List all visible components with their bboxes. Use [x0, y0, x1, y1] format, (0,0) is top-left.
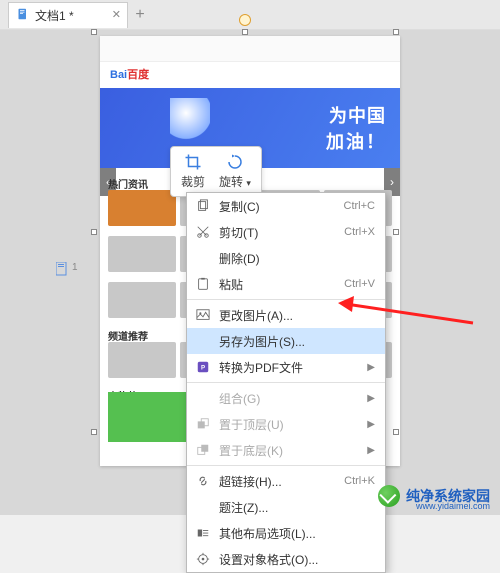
- menu-label: 其他布局选项(L)...: [219, 525, 375, 542]
- menu-label: 超链接(H)...: [219, 473, 336, 490]
- submenu-arrow-icon: ▶: [367, 362, 375, 373]
- menu-save-as-image[interactable]: 另存为图片(S)...: [187, 328, 385, 354]
- thumb: [108, 282, 176, 318]
- back-icon: [195, 442, 211, 458]
- cut-icon: [195, 224, 211, 240]
- svg-text:P: P: [201, 365, 205, 372]
- menu-delete[interactable]: 删除(D): [187, 245, 385, 271]
- menu-shortcut: Ctrl+C: [344, 200, 375, 212]
- page-number: 1: [72, 262, 78, 273]
- front-icon: [195, 416, 211, 432]
- menu-label: 设置对象格式(O)...: [219, 551, 375, 568]
- hero-text-2: 加油！: [326, 128, 386, 154]
- image-mini-toolbar: 裁剪 旋转 ▾: [170, 146, 262, 197]
- menu-separator: [187, 382, 385, 383]
- document-icon: [17, 8, 29, 23]
- new-tab-button[interactable]: +: [128, 6, 152, 24]
- menu-label: 转换为PDF文件: [219, 359, 359, 376]
- menu-shortcut: Ctrl+K: [344, 475, 375, 487]
- submenu-arrow-icon: ▶: [367, 419, 375, 430]
- copy-icon: [195, 198, 211, 214]
- menu-paste[interactable]: 粘贴 Ctrl+V: [187, 271, 385, 297]
- image-icon: [195, 307, 211, 323]
- menu-label: 剪切(T): [219, 224, 336, 241]
- athlete-graphic: [170, 98, 210, 148]
- menu-copy[interactable]: 复制(C) Ctrl+C: [187, 193, 385, 219]
- watermark-url: www.yidaimei.com: [416, 501, 490, 511]
- thumb: [108, 190, 176, 226]
- page-header-bar: [100, 36, 400, 62]
- rotate-label: 旋转 ▾: [219, 173, 251, 190]
- tab-bar: 文档1 * ✕ +: [0, 0, 500, 30]
- menu-label: 置于底层(K): [219, 442, 359, 459]
- menu-shortcut: Ctrl+X: [344, 226, 375, 238]
- close-icon[interactable]: ✕: [112, 8, 121, 21]
- menu-label: 删除(D): [219, 250, 375, 267]
- tab-title: 文档1 *: [35, 7, 74, 24]
- submenu-arrow-icon: ▶: [367, 445, 375, 456]
- menu-cut[interactable]: 剪切(T) Ctrl+X: [187, 219, 385, 245]
- document-tab[interactable]: 文档1 * ✕: [8, 2, 128, 28]
- menu-label: 置于顶层(U): [219, 416, 359, 433]
- menu-group: 组合(G) ▶: [187, 385, 385, 411]
- paste-icon: [195, 276, 211, 292]
- menu-send-back: 置于底层(K) ▶: [187, 437, 385, 463]
- menu-hyperlink[interactable]: 超链接(H)... Ctrl+K: [187, 468, 385, 494]
- watermark-logo-icon: [378, 485, 400, 507]
- menu-separator: [187, 299, 385, 300]
- section-heading: 热门资讯: [108, 176, 148, 191]
- menu-label: 另存为图片(S)...: [219, 333, 375, 350]
- menu-shortcut: Ctrl+V: [344, 278, 375, 290]
- rotate-button[interactable]: 旋转 ▾: [219, 153, 251, 190]
- menu-bring-front: 置于顶层(U) ▶: [187, 411, 385, 437]
- menu-label: 更改图片(A)...: [219, 307, 375, 324]
- site-logo: Bai百度: [110, 66, 149, 82]
- menu-convert-pdf[interactable]: P 转换为PDF文件 ▶: [187, 354, 385, 380]
- menu-format-object[interactable]: 设置对象格式(O)...: [187, 546, 385, 572]
- menu-caption[interactable]: 题注(Z)...: [187, 494, 385, 520]
- crop-button[interactable]: 裁剪: [181, 153, 205, 190]
- menu-separator: [187, 465, 385, 466]
- pdf-icon: P: [195, 359, 211, 375]
- menu-change-image[interactable]: 更改图片(A)...: [187, 302, 385, 328]
- watermark: 纯净系统家园 www.yidaimei.com: [378, 485, 490, 507]
- link-icon: [195, 473, 211, 489]
- menu-label: 粘贴: [219, 276, 336, 293]
- blank-icon: [195, 390, 211, 406]
- menu-label: 组合(G): [219, 390, 359, 407]
- crop-label: 裁剪: [181, 173, 205, 190]
- thumb: [108, 236, 176, 272]
- layout-icon: [195, 525, 211, 541]
- blank-icon: [195, 499, 211, 515]
- page-thumbnail-icon[interactable]: [56, 262, 68, 281]
- delete-icon: [195, 250, 211, 266]
- menu-layout-options[interactable]: 其他布局选项(L)...: [187, 520, 385, 546]
- hero-text-1: 为中国: [329, 102, 386, 128]
- menu-label: 复制(C): [219, 198, 336, 215]
- thumb: [108, 342, 176, 378]
- section-heading: 频道推荐: [108, 328, 148, 343]
- blank-icon: [195, 333, 211, 349]
- format-icon: [195, 551, 211, 567]
- menu-label: 题注(Z)...: [219, 499, 375, 516]
- context-menu: 复制(C) Ctrl+C 剪切(T) Ctrl+X 删除(D) 粘贴 Ctrl+…: [186, 192, 386, 573]
- submenu-arrow-icon: ▶: [367, 393, 375, 404]
